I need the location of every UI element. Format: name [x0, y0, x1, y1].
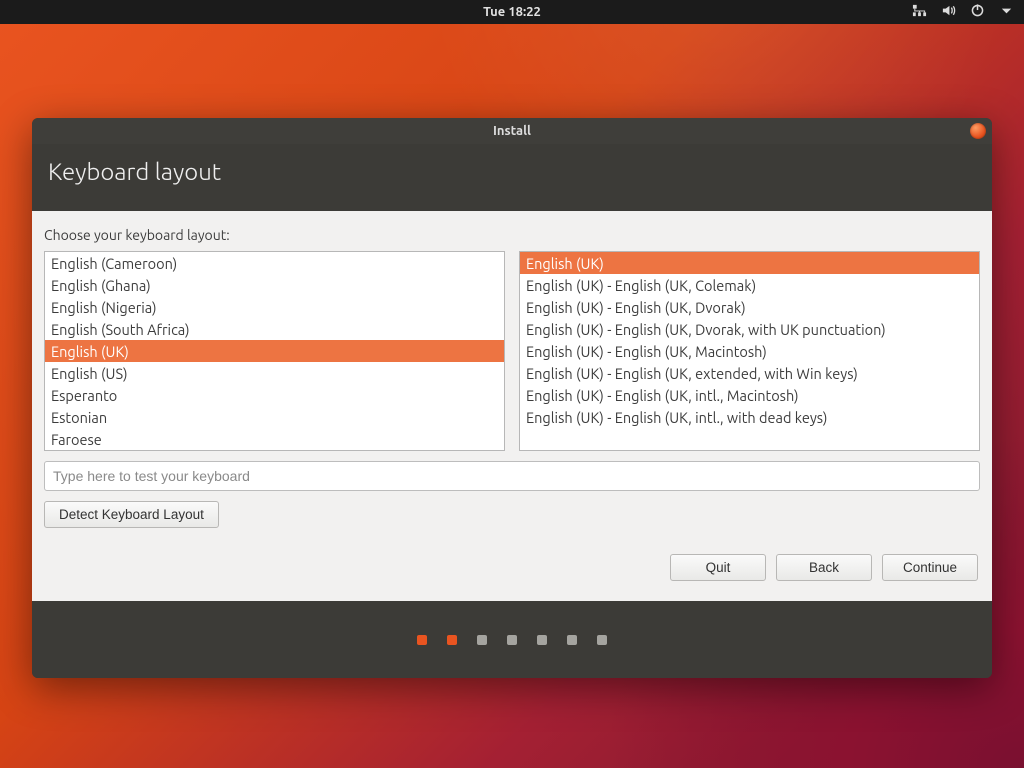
installer-window: Install Keyboard layout Choose your keyb… — [32, 118, 992, 678]
close-button[interactable] — [970, 123, 986, 139]
volume-icon[interactable] — [941, 3, 956, 21]
list-item[interactable]: Estonian — [45, 406, 504, 428]
layout-lists: English (Cameroon)English (Ghana)English… — [44, 251, 980, 451]
detect-keyboard-button[interactable]: Detect Keyboard Layout — [44, 501, 219, 528]
list-item[interactable]: English (South Africa) — [45, 318, 504, 340]
test-row — [44, 461, 980, 491]
list-item[interactable]: English (UK) - English (UK, Dvorak, with… — [520, 318, 979, 340]
list-item[interactable]: English (UK) — [520, 252, 979, 274]
progress-dot — [507, 635, 517, 645]
page-header: Keyboard layout — [32, 144, 992, 211]
list-item[interactable]: English (Nigeria) — [45, 296, 504, 318]
network-icon[interactable] — [912, 3, 927, 21]
progress-dot — [537, 635, 547, 645]
list-item[interactable]: English (Cameroon) — [45, 252, 504, 274]
chevron-down-icon[interactable] — [999, 3, 1014, 21]
list-item[interactable]: English (UK) - English (UK, Dvorak) — [520, 296, 979, 318]
footer-buttons: Quit Back Continue — [44, 554, 980, 581]
layout-list-right[interactable]: English (UK)English (UK) - English (UK, … — [519, 251, 980, 451]
system-tray — [912, 3, 1024, 21]
quit-button[interactable]: Quit — [670, 554, 766, 581]
list-item[interactable]: English (UK) - English (UK, Colemak) — [520, 274, 979, 296]
progress-dot — [447, 635, 457, 645]
back-button[interactable]: Back — [776, 554, 872, 581]
list-item[interactable]: English (UK) — [45, 340, 504, 362]
top-panel: Tue 18:22 — [0, 0, 1024, 24]
progress-dot — [477, 635, 487, 645]
window-titlebar: Install — [32, 118, 992, 144]
list-item[interactable]: Faroese — [45, 428, 504, 450]
page-content: Choose your keyboard layout: English (Ca… — [32, 211, 992, 601]
list-item[interactable]: English (UK) - English (UK, Macintosh) — [520, 340, 979, 362]
list-item[interactable]: English (US) — [45, 362, 504, 384]
list-item[interactable]: English (UK) - English (UK, intl., Macin… — [520, 384, 979, 406]
progress-dots — [32, 601, 992, 678]
list-item[interactable]: Esperanto — [45, 384, 504, 406]
progress-dot — [567, 635, 577, 645]
clock: Tue 18:22 — [483, 5, 541, 19]
choose-label: Choose your keyboard layout: — [44, 227, 980, 243]
page-title: Keyboard layout — [48, 158, 976, 185]
layout-list-left[interactable]: English (Cameroon)English (Ghana)English… — [44, 251, 505, 451]
power-icon[interactable] — [970, 3, 985, 21]
progress-dot — [417, 635, 427, 645]
progress-dot — [597, 635, 607, 645]
detect-row: Detect Keyboard Layout — [44, 501, 980, 528]
continue-button[interactable]: Continue — [882, 554, 978, 581]
list-item[interactable]: English (UK) - English (UK, intl., with … — [520, 406, 979, 428]
list-item[interactable]: English (UK) - English (UK, extended, wi… — [520, 362, 979, 384]
test-keyboard-input[interactable] — [44, 461, 980, 491]
window-title: Install — [493, 124, 531, 138]
list-item[interactable]: English (Ghana) — [45, 274, 504, 296]
